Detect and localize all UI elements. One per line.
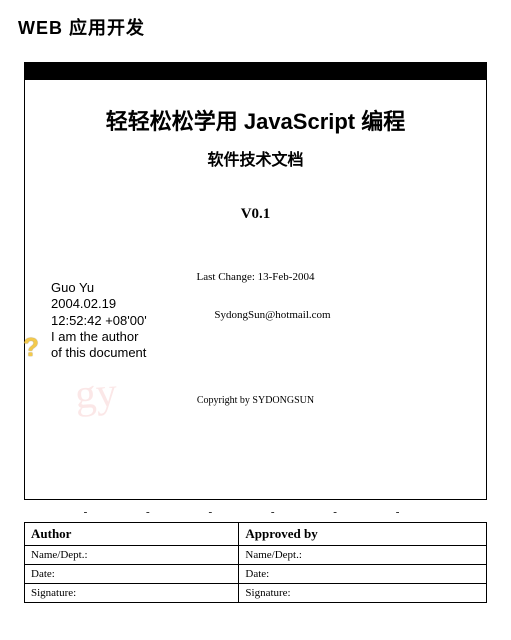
row-label: Name/Dept.:: [239, 546, 309, 565]
title-bar: [24, 62, 487, 80]
signature-stamp: Guo Yu 2004.02.19 12:52:42 +08'00' I am …: [51, 280, 147, 361]
document-title: 轻轻松松学用 JavaScript 编程: [37, 104, 474, 136]
sig-statement-1: I am the author: [51, 329, 147, 345]
document-version: V0.1: [37, 206, 474, 223]
approved-date-value: [309, 565, 487, 584]
row-label: Date:: [25, 565, 95, 584]
approved-by-header: Approved by: [239, 523, 487, 546]
author-date-value: [95, 565, 239, 584]
row-label: Signature:: [25, 584, 95, 603]
row-label: Date:: [239, 565, 309, 584]
sig-date: 2004.02.19: [51, 296, 147, 312]
sig-time: 12:52:42 +08'00': [51, 313, 147, 329]
sig-statement-2: of this document: [51, 345, 147, 361]
table-row: Date: Date:: [25, 565, 487, 584]
document-subtitle: 软件技术文档: [37, 146, 474, 170]
last-change-date: 13-Feb-2004: [258, 271, 315, 283]
table-row: Signature: Signature:: [25, 584, 487, 603]
author-name-value: [95, 546, 239, 565]
sig-name: Guo Yu: [51, 280, 147, 296]
author-signature-value: [95, 584, 239, 603]
question-mark-icon: ?: [23, 332, 39, 363]
approved-name-value: [309, 546, 487, 565]
author-header: Author: [25, 523, 239, 546]
approved-signature-value: [309, 584, 487, 603]
document-cover-frame: 轻轻松松学用 JavaScript 编程 软件技术文档 V0.1 Last Ch…: [24, 80, 487, 500]
signature-watermark: gy: [73, 369, 118, 420]
last-change-label: Last Change:: [197, 271, 255, 283]
separator-dots: - - - - - -: [24, 506, 487, 518]
row-label: Signature:: [239, 584, 309, 603]
row-label: Name/Dept.:: [25, 546, 95, 565]
copyright-line: Copyright by SYDONGSUN: [37, 395, 474, 406]
page-header: WEB 应用开发: [0, 0, 511, 40]
approval-table: Author Approved by Name/Dept.: Name/Dept…: [24, 522, 487, 603]
table-row: Name/Dept.: Name/Dept.:: [25, 546, 487, 565]
